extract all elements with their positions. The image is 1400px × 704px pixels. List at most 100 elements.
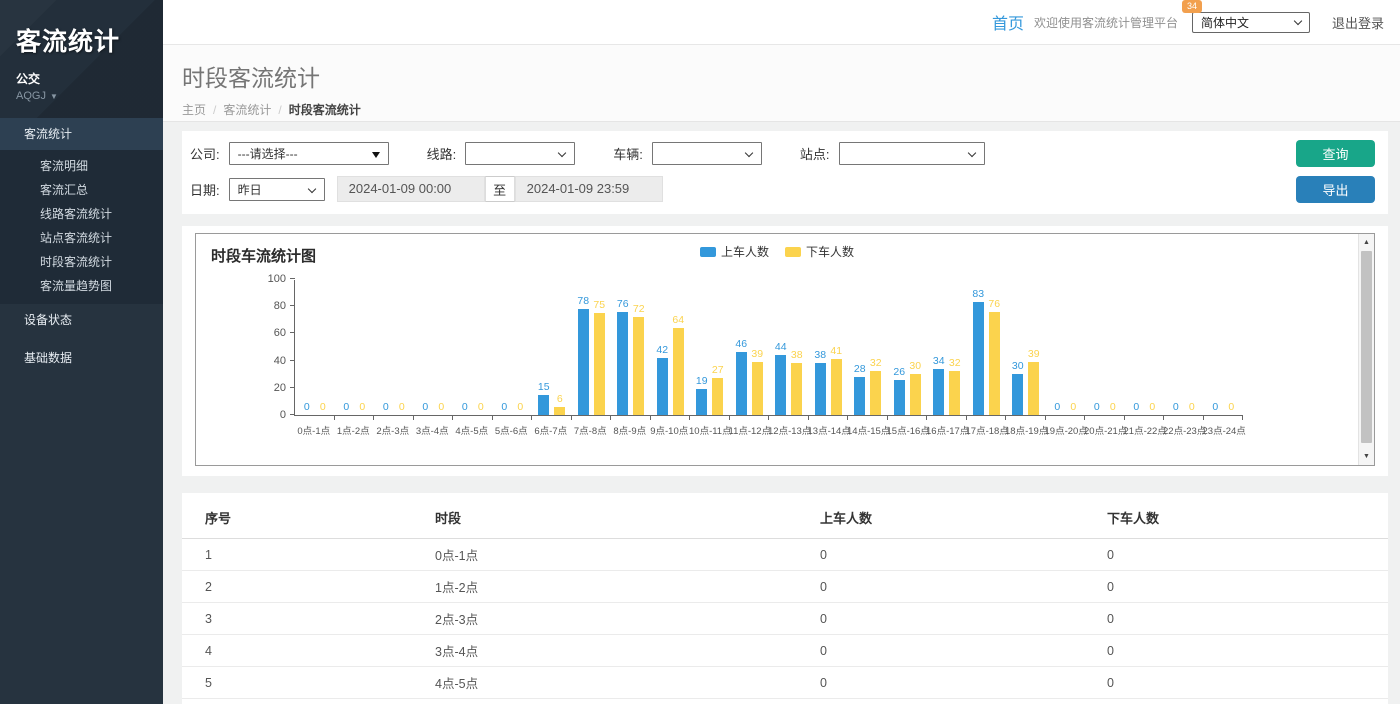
scrollbar-thumb[interactable] [1361, 251, 1372, 443]
bar-group-10: 1927 [690, 280, 730, 415]
scroll-down-arrow-icon[interactable]: ▼ [1359, 449, 1374, 464]
bar-下车人数 [949, 371, 960, 415]
app-title: 客流统计 [16, 22, 163, 58]
table-header-row: 序号时段上车人数下车人数 [182, 495, 1388, 539]
bar-value-label: 41 [830, 345, 842, 357]
bar-col: 64 [673, 328, 684, 415]
sidebar-submenu: 客流明细客流汇总线路客流统计站点客流统计时段客流统计客流量趋势图 [0, 150, 163, 304]
scroll-up-arrow-icon[interactable]: ▲ [1359, 235, 1374, 250]
bar-下车人数 [712, 378, 723, 415]
bar-value-label: 39 [751, 348, 763, 360]
table-cell: 0 [797, 539, 1084, 571]
bar-value-label: 76 [617, 298, 629, 310]
table-row: 10点-1点00 [182, 539, 1388, 571]
bar-上车人数 [696, 389, 707, 415]
bar-col: 15 [538, 395, 549, 415]
sidebar-section-1[interactable]: 设备状态 [0, 304, 163, 336]
table-cell: 0 [1084, 571, 1388, 603]
y-tick-label: 40 [256, 355, 286, 367]
bar-下车人数 [791, 363, 802, 415]
bar-group-15: 2630 [888, 280, 928, 415]
export-button[interactable]: 导出 [1296, 176, 1375, 203]
bar-value-label: 0 [399, 401, 405, 413]
bar-value-label: 38 [791, 349, 803, 361]
sidebar-item-0-2[interactable]: 线路客流统计 [0, 202, 163, 226]
filter-row-1: 公司: ---请选择--- 线路: 车辆: [190, 142, 1374, 165]
query-button[interactable]: 查询 [1296, 140, 1375, 167]
bar-value-label: 27 [712, 364, 724, 376]
bar-value-label: 46 [735, 338, 747, 350]
station-select[interactable] [839, 142, 985, 165]
bar-group-13: 3841 [809, 280, 849, 415]
bar-value-label: 0 [1133, 401, 1139, 413]
date-from-input[interactable]: 2024-01-09 00:00 [337, 176, 485, 202]
sidebar-section-0[interactable]: 客流统计 [0, 118, 163, 150]
chevron-down-icon [558, 149, 566, 157]
org-code-dropdown[interactable]: AQGJ ▼ [16, 90, 163, 102]
bar-value-label: 0 [1110, 401, 1116, 413]
logout-link[interactable]: 退出登录 [1332, 13, 1384, 32]
vehicle-select[interactable] [652, 142, 762, 165]
bar-value-label: 28 [854, 363, 866, 375]
bar-value-label: 30 [909, 360, 921, 372]
bar-group-6: 156 [532, 280, 572, 415]
sidebar-item-0-4[interactable]: 时段客流统计 [0, 250, 163, 274]
table-cell: 0点-1点 [412, 539, 797, 571]
bar-group-23: 00 [1204, 280, 1244, 415]
table-cell: 5 [182, 667, 412, 699]
bar-group-11: 46 39 [730, 280, 770, 415]
table-cell: 5点-6点 [412, 699, 797, 704]
line-select[interactable] [465, 142, 575, 165]
bar-col: 44 [775, 355, 786, 415]
chevron-down-icon [1294, 16, 1302, 24]
sidebar-item-0-1[interactable]: 客流汇总 [0, 178, 163, 202]
chart-plot: 0204060801000000000000001567875767242641… [294, 280, 1242, 416]
bar-value-label: 0 [1070, 401, 1076, 413]
sidebar-item-0-0[interactable]: 客流明细 [0, 154, 163, 178]
table-cell: 0 [1084, 699, 1388, 704]
bar-col: 76 [617, 312, 628, 415]
bar-上车人数 [617, 312, 628, 415]
legend-item-上车人数[interactable]: 上车人数 [700, 243, 769, 260]
bar-上车人数 [736, 352, 747, 415]
date-preset-select[interactable]: 昨日 [229, 178, 325, 201]
sidebar-item-0-3[interactable]: 站点客流统计 [0, 226, 163, 250]
bar-下车人数 [594, 313, 605, 415]
sidebar: 客流统计 公交 AQGJ ▼ 客流统计客流明细客流汇总线路客流统计站点客流统计时… [0, 0, 163, 704]
sidebar-item-0-5[interactable]: 客流量趋势图 [0, 274, 163, 298]
bar-group-20: 00 [1085, 280, 1125, 415]
sidebar-section-2[interactable]: 基础数据 [0, 342, 163, 374]
x-tick-label: 15点-16点 [887, 423, 927, 437]
bar-value-label: 64 [672, 314, 684, 326]
table-cell: 1点-2点 [412, 571, 797, 603]
bar-group-19: 00 [1046, 280, 1086, 415]
breadcrumb-link-0[interactable]: 主页 [182, 101, 206, 118]
welcome-text: 欢迎使用客流统计管理平台 [1034, 14, 1178, 31]
date-range-separator: 至 [485, 176, 515, 202]
breadcrumb-link-1[interactable]: 客流统计 [223, 101, 271, 118]
bar-value-label: 0 [1189, 401, 1195, 413]
table-cell: 1 [182, 539, 412, 571]
home-link[interactable]: 首页 [992, 10, 1024, 34]
language-select[interactable]: 简体中文 [1192, 12, 1310, 33]
bar-value-label: 0 [1094, 401, 1100, 413]
org-name: 公交 [16, 70, 163, 87]
x-tick-label: 16点-17点 [926, 423, 966, 437]
bar-value-label: 19 [696, 375, 708, 387]
table-cell: 0 [797, 603, 1084, 635]
x-tick-label: 12点-13点 [768, 423, 808, 437]
date-preset-value: 昨日 [238, 181, 262, 198]
x-tick-label: 3点-4点 [413, 423, 453, 437]
bar-value-label: 42 [656, 344, 668, 356]
page-heading: 时段客流统计 主页/客流统计/时段客流统计 [163, 45, 1400, 122]
bar-col: 75 [594, 313, 605, 415]
bar-下车人数 [870, 371, 881, 415]
table-row: 43点-4点00 [182, 635, 1388, 667]
vehicle-label: 车辆: [613, 144, 643, 163]
filter-row-2: 日期: 昨日 2024-01-09 00:00 至 2024-01-09 23:… [190, 176, 1374, 202]
company-select[interactable]: ---请选择--- [229, 142, 389, 165]
table-header-3: 下车人数 [1084, 495, 1388, 539]
x-tick-label: 21点-22点 [1124, 423, 1164, 437]
legend-item-下车人数[interactable]: 下车人数 [785, 243, 854, 260]
date-to-input[interactable]: 2024-01-09 23:59 [515, 176, 663, 202]
